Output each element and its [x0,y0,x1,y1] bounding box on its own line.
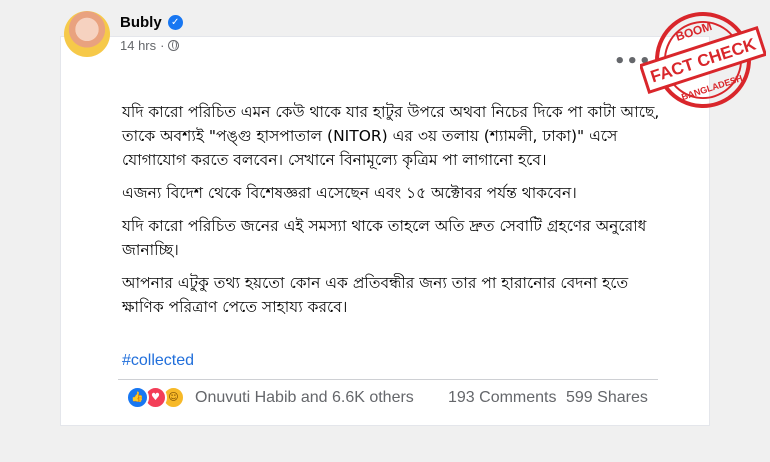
shares-count[interactable]: 599 Shares [566,389,648,407]
post-body: যদি কারো পরিচিত এমন কেউ থাকে যার হাটুর উ… [122,100,662,328]
comments-count[interactable]: 193 Comments [448,389,557,407]
globe-icon [168,40,180,51]
post-paragraph: যদি কারো পরিচিত জনের এই সমস্যা থাকে তাহল… [122,217,647,259]
fact-check-stamp: BOOM FACT CHECK BANGLADESH [640,12,766,108]
reactions-summary[interactable]: Onuvuti Habib and 6.6K others [195,389,414,407]
dot-separator: · [160,38,165,53]
post-paragraph: এজন্য বিদেশ থেকে বিশেষজ্ঞরা এসেছেন এবং ১… [122,184,577,202]
like-reaction-icon: 👍 [126,386,149,409]
author-row: Bubly ✓ [120,14,183,31]
post-paragraph: যদি কারো পরিচিত এমন কেউ থাকে যার হাটুর উ… [122,103,660,169]
author-name[interactable]: Bubly [120,14,162,31]
post-meta: 14 hrs · [120,38,180,53]
post-paragraph: আপনার এটুকু তথ্য হয়তো কোন এক প্রতিবন্ধী… [122,274,629,316]
hashtag-link[interactable]: #collected [122,352,194,370]
verified-badge-icon: ✓ [167,15,183,30]
post-timestamp[interactable]: 14 hrs [120,38,156,53]
divider [118,379,658,380]
author-avatar[interactable] [64,11,110,57]
reaction-icons[interactable]: 👍 ♥ ☺ [126,386,185,409]
